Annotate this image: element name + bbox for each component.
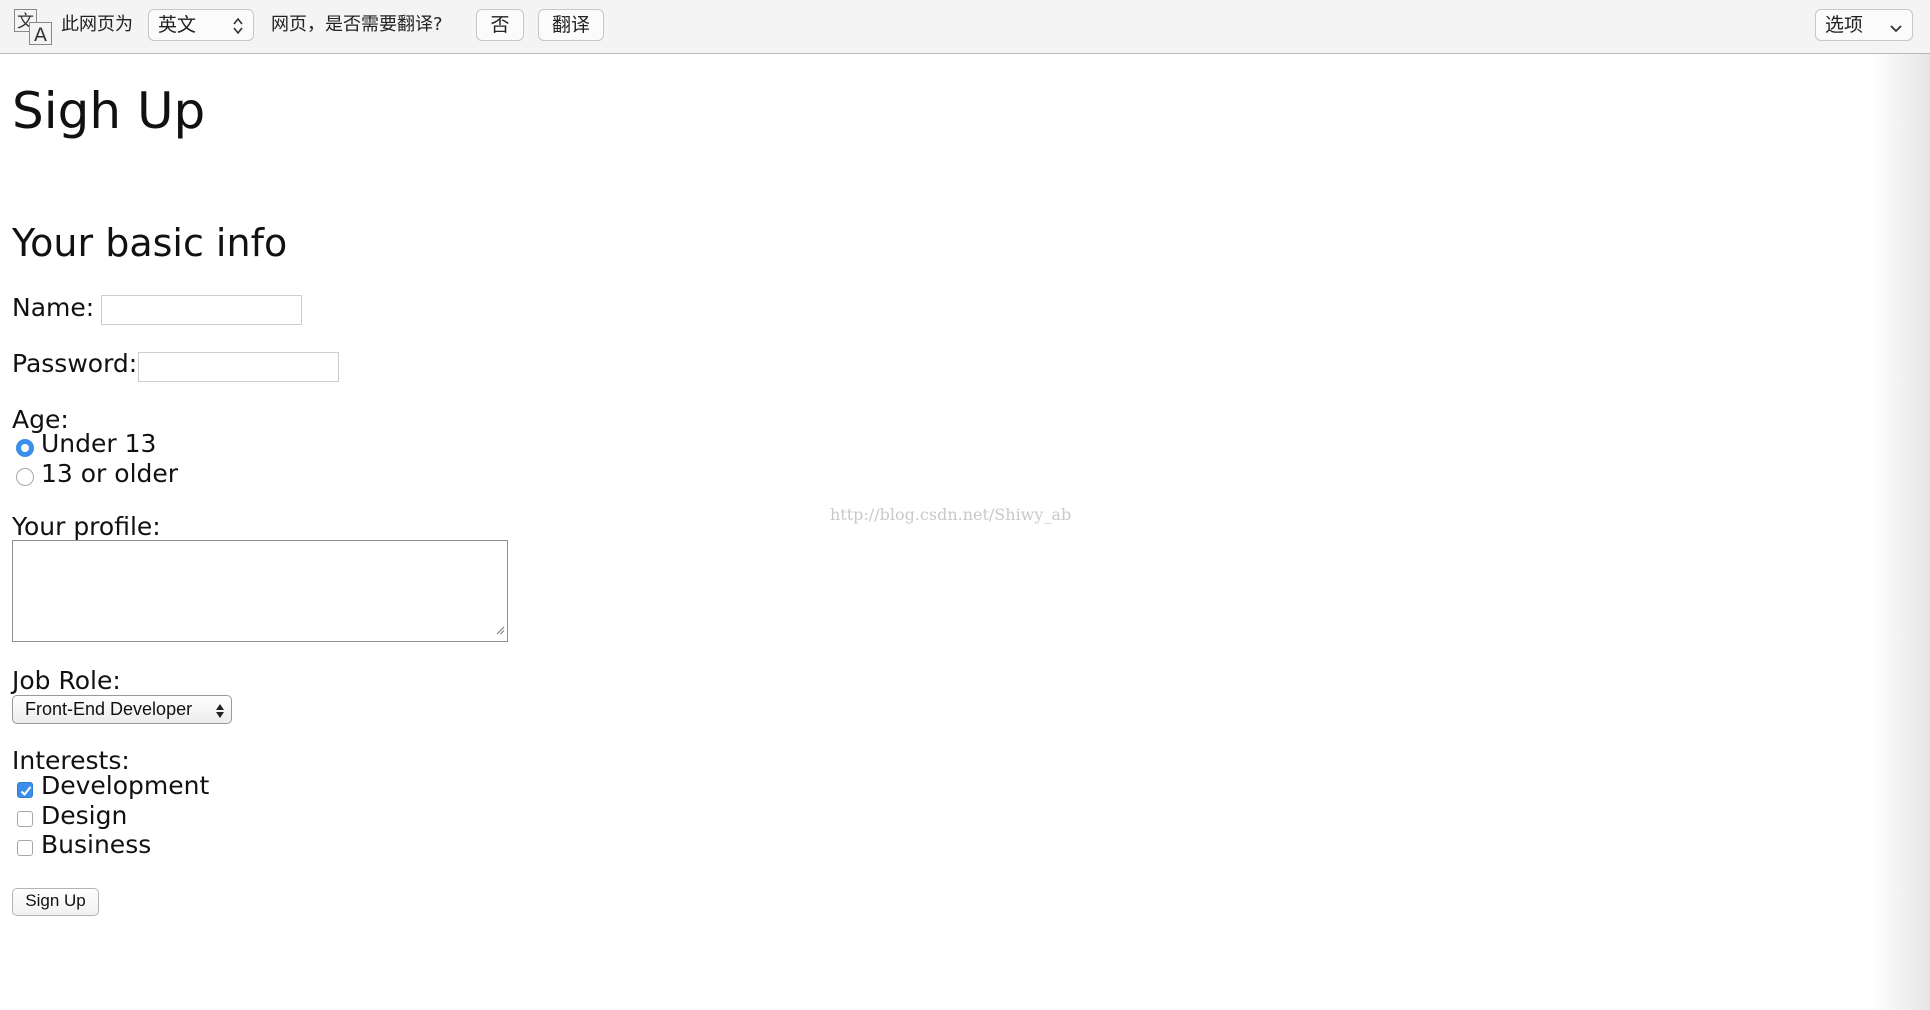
- interest-checkbox-development[interactable]: [17, 782, 33, 798]
- updown-chevron-icon: [232, 15, 244, 45]
- name-label: Name:: [12, 293, 95, 322]
- interest-development-label: Development: [41, 771, 210, 800]
- job-role-select[interactable]: Front-End Developer: [12, 695, 232, 724]
- section-heading: Your basic info: [12, 221, 288, 265]
- interest-design-label: Design: [41, 801, 128, 830]
- interest-business-label: Business: [41, 830, 152, 859]
- svg-text:A: A: [34, 24, 47, 45]
- interest-checkbox-business[interactable]: [17, 840, 33, 856]
- profile-label: Your profile:: [12, 512, 161, 541]
- name-input[interactable]: [101, 295, 302, 325]
- age-option-13-or-older-label: 13 or older: [41, 459, 179, 488]
- watermark-text: http://blog.csdn.net/Shiwy_ab: [830, 505, 1072, 524]
- profile-textarea[interactable]: [12, 540, 508, 642]
- password-input[interactable]: [138, 352, 339, 382]
- translate-button[interactable]: 翻译: [538, 9, 604, 41]
- password-label: Password:: [12, 349, 138, 378]
- translate-bar: 文 A 此网页为 英文 网页，是否需要翻译? 否 翻译 选项: [0, 0, 1930, 54]
- translate-prefix-text: 此网页为: [61, 14, 133, 35]
- job-role-label: Job Role:: [12, 666, 121, 695]
- options-label: 选项: [1825, 14, 1864, 36]
- chevron-down-icon: [1889, 16, 1903, 46]
- interest-checkbox-design[interactable]: [17, 811, 33, 827]
- language-select-value: 英文: [158, 14, 197, 36]
- translate-question-text: 网页，是否需要翻译?: [271, 14, 443, 35]
- age-option-under-13-label: Under 13: [41, 429, 157, 458]
- no-translate-button[interactable]: 否: [476, 9, 524, 41]
- sign-up-button[interactable]: Sign Up: [12, 888, 99, 916]
- options-dropdown[interactable]: 选项: [1815, 9, 1913, 41]
- age-radio-under-13[interactable]: [16, 439, 34, 457]
- translate-icon[interactable]: 文 A: [14, 9, 54, 46]
- language-select[interactable]: 英文: [148, 9, 254, 41]
- resize-grip-icon[interactable]: [495, 620, 505, 639]
- updown-arrows-icon: [215, 701, 225, 727]
- page-title: Sigh Up: [12, 82, 206, 140]
- job-role-selected-value: Front-End Developer: [25, 699, 193, 719]
- checkmark-icon: [20, 786, 32, 796]
- page-edge-shadow: [1870, 54, 1930, 1010]
- age-radio-13-or-older[interactable]: [16, 468, 34, 486]
